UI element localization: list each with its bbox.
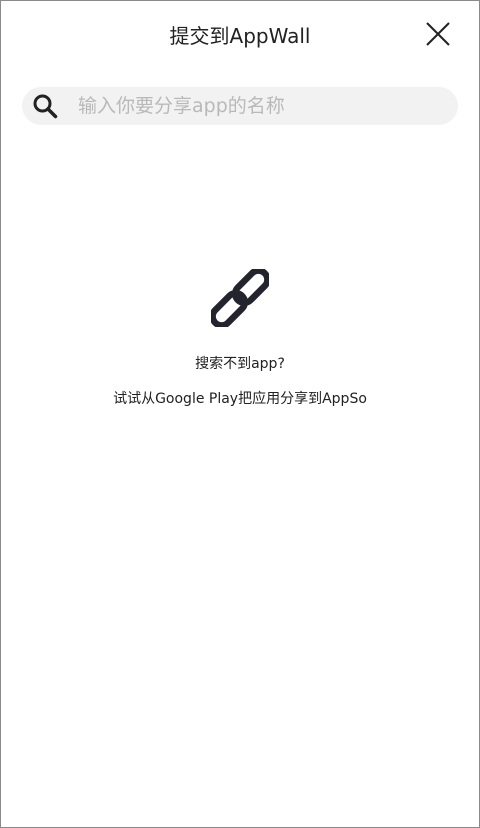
dialog-header: 提交到AppWall bbox=[1, 1, 479, 69]
empty-state-title: 搜索不到app? bbox=[195, 356, 285, 372]
close-button[interactable] bbox=[425, 21, 451, 47]
search-bar[interactable] bbox=[22, 87, 458, 125]
close-icon bbox=[426, 22, 450, 46]
empty-state-hint: 试试从Google Play把应用分享到AppSo bbox=[113, 391, 367, 407]
submit-dialog: 提交到AppWall 搜索不到app? 试试从Google Play把应用分享到… bbox=[0, 0, 480, 828]
empty-state: 搜索不到app? 试试从Google Play把应用分享到AppSo bbox=[1, 269, 479, 408]
link-icon bbox=[211, 269, 269, 327]
search-input[interactable] bbox=[78, 87, 438, 125]
search-icon bbox=[33, 94, 58, 119]
page-title: 提交到AppWall bbox=[169, 24, 311, 48]
